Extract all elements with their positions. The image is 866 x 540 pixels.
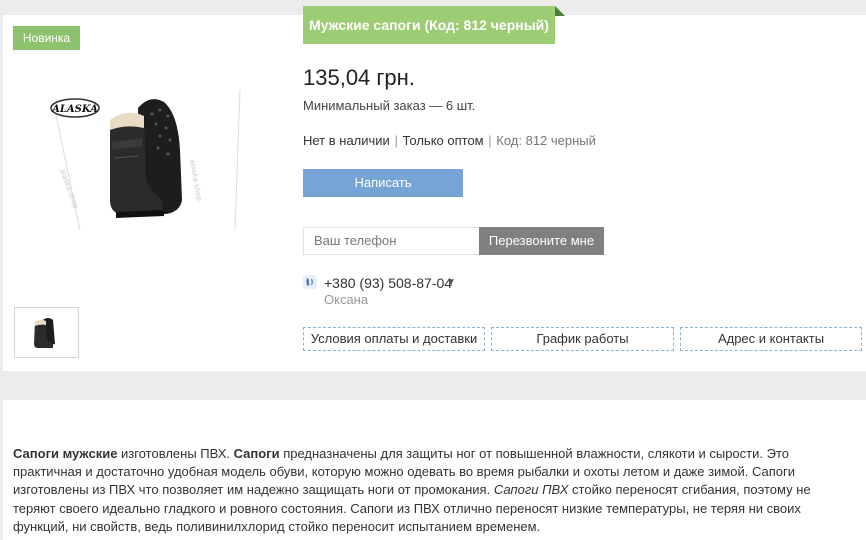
- sale-type: Только оптом: [402, 133, 484, 148]
- separator: |: [488, 133, 492, 148]
- product-photo[interactable]: ALASKA alaska-shop alaska-shop: [40, 80, 255, 235]
- description-bold: Сапоги: [233, 446, 280, 461]
- tab-payment-delivery[interactable]: Условия оплаты и доставки: [303, 327, 485, 351]
- product-thumbnail[interactable]: [14, 307, 79, 358]
- boots-thumbnail-image: [34, 318, 55, 348]
- tab-work-schedule[interactable]: График работы: [491, 327, 674, 351]
- tab-address-contacts[interactable]: Адрес и контакты: [680, 327, 862, 351]
- product-description: Сапоги мужские изготовлены ПВХ. Сапоги п…: [13, 445, 843, 536]
- separator: |: [394, 133, 398, 148]
- new-badge: Новинка: [13, 26, 80, 50]
- status-line: Нет в наличии | Только оптом | Код: 812 …: [303, 133, 596, 148]
- min-order: Минимальный заказ — 6 шт.: [303, 98, 476, 113]
- svg-text:alaska-shop: alaska-shop: [188, 159, 203, 202]
- phone-number[interactable]: +380 (93) 508-87-04: [324, 275, 452, 291]
- availability-status: Нет в наличии: [303, 133, 390, 148]
- price: 135,04 грн.: [303, 65, 415, 90]
- phone-icon: [303, 275, 317, 289]
- description-text: изготовлены ПВХ.: [117, 446, 234, 461]
- svg-text:alaska-shop: alaska-shop: [58, 168, 80, 210]
- boots-image: ALASKA alaska-shop alaska-shop: [50, 89, 241, 231]
- brand-logo-text: ALASKA: [51, 104, 98, 115]
- phone-input[interactable]: Ваш телефон: [303, 227, 479, 255]
- description-italic: Сапоги ПВХ: [493, 482, 569, 498]
- contact-name: Оксана: [324, 292, 369, 307]
- product-title: Мужские сапоги (Код: 812 черный): [303, 6, 565, 44]
- write-button[interactable]: Написать: [303, 169, 463, 197]
- callback-button[interactable]: Перезвоните мне: [479, 227, 604, 255]
- description-bold: Сапоги мужские: [13, 446, 118, 461]
- product-code: Код: 812 черный: [496, 133, 596, 148]
- chevron-down-icon[interactable]: ▼: [446, 277, 456, 288]
